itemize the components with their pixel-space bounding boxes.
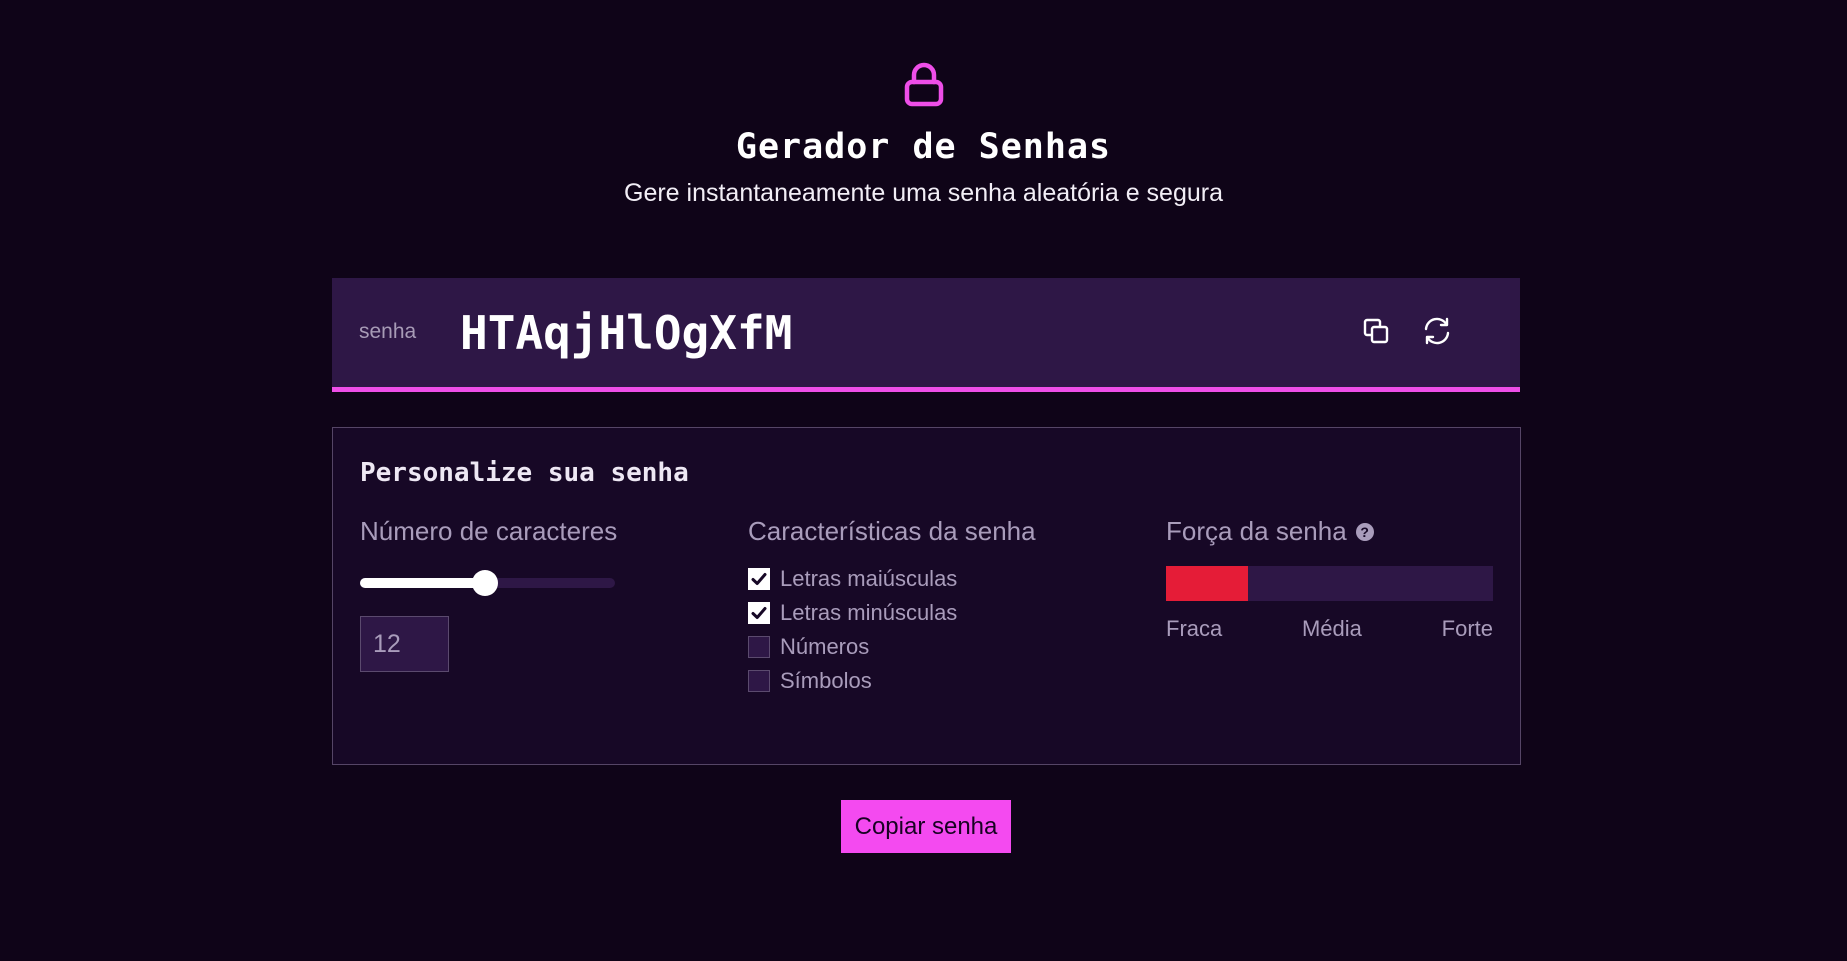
uppercase-checkbox[interactable] (748, 568, 770, 590)
page-subtitle: Gere instantaneamente uma senha aleatóri… (624, 179, 1223, 207)
password-display: senha HTAqjHlOgXfM (332, 278, 1520, 392)
lock-icon (904, 62, 943, 107)
copy-icon (1363, 318, 1389, 344)
question-circle-icon[interactable]: ? (1355, 522, 1374, 541)
length-slider[interactable] (360, 570, 615, 596)
strength-meter-fill (1166, 566, 1248, 601)
strength-header: Força da senha ? (1166, 516, 1374, 547)
strength-title: Força da senha (1166, 516, 1347, 546)
option-label: Números (780, 634, 870, 659)
copy-password-main-button[interactable]: Copiar senha (841, 800, 1011, 853)
length-title: Número de caracteres (360, 516, 618, 546)
check-icon (751, 573, 767, 585)
option-uppercase[interactable]: Letras maiúsculas (748, 562, 957, 596)
option-lowercase[interactable]: Letras minúsculas (748, 596, 957, 630)
characteristics-title: Características da senha (748, 516, 1036, 546)
length-input[interactable] (360, 616, 449, 672)
strength-label-weak: Fraca (1166, 616, 1223, 641)
length-slider-fill (360, 578, 485, 588)
length-slider-thumb[interactable] (471, 570, 498, 596)
option-numbers[interactable]: Números (748, 630, 957, 664)
check-icon (751, 607, 767, 619)
option-label: Letras maiúsculas (780, 566, 958, 591)
strength-label-strong: Forte (1441, 616, 1493, 641)
header: Gerador de Senhas Gere instantaneamente … (0, 62, 1847, 208)
password-label: senha (359, 320, 417, 343)
password-value: HTAqjHlOgXfM (460, 306, 793, 360)
characteristics-list: Letras maiúsculas Letras minúsculas Núme… (748, 562, 957, 698)
option-label: Símbolos (780, 668, 872, 693)
refresh-icon (1424, 317, 1450, 345)
strength-label-medium: Média (1301, 616, 1362, 641)
copy-password-button[interactable] (1353, 308, 1399, 354)
option-symbols[interactable]: Símbolos (748, 664, 957, 698)
numbers-checkbox[interactable] (748, 636, 770, 658)
lowercase-checkbox[interactable] (748, 602, 770, 624)
customize-title: Personalize sua senha (360, 458, 689, 488)
option-label: Letras minúsculas (780, 600, 958, 625)
strength-meter (1166, 566, 1493, 601)
symbols-checkbox[interactable] (748, 670, 770, 692)
page-title: Gerador de Senhas (735, 127, 1112, 167)
strength-labels: Fraca Média Forte (1166, 616, 1493, 642)
regenerate-password-button[interactable] (1414, 308, 1460, 354)
customize-panel: Personalize sua senha Número de caracter… (332, 427, 1521, 765)
